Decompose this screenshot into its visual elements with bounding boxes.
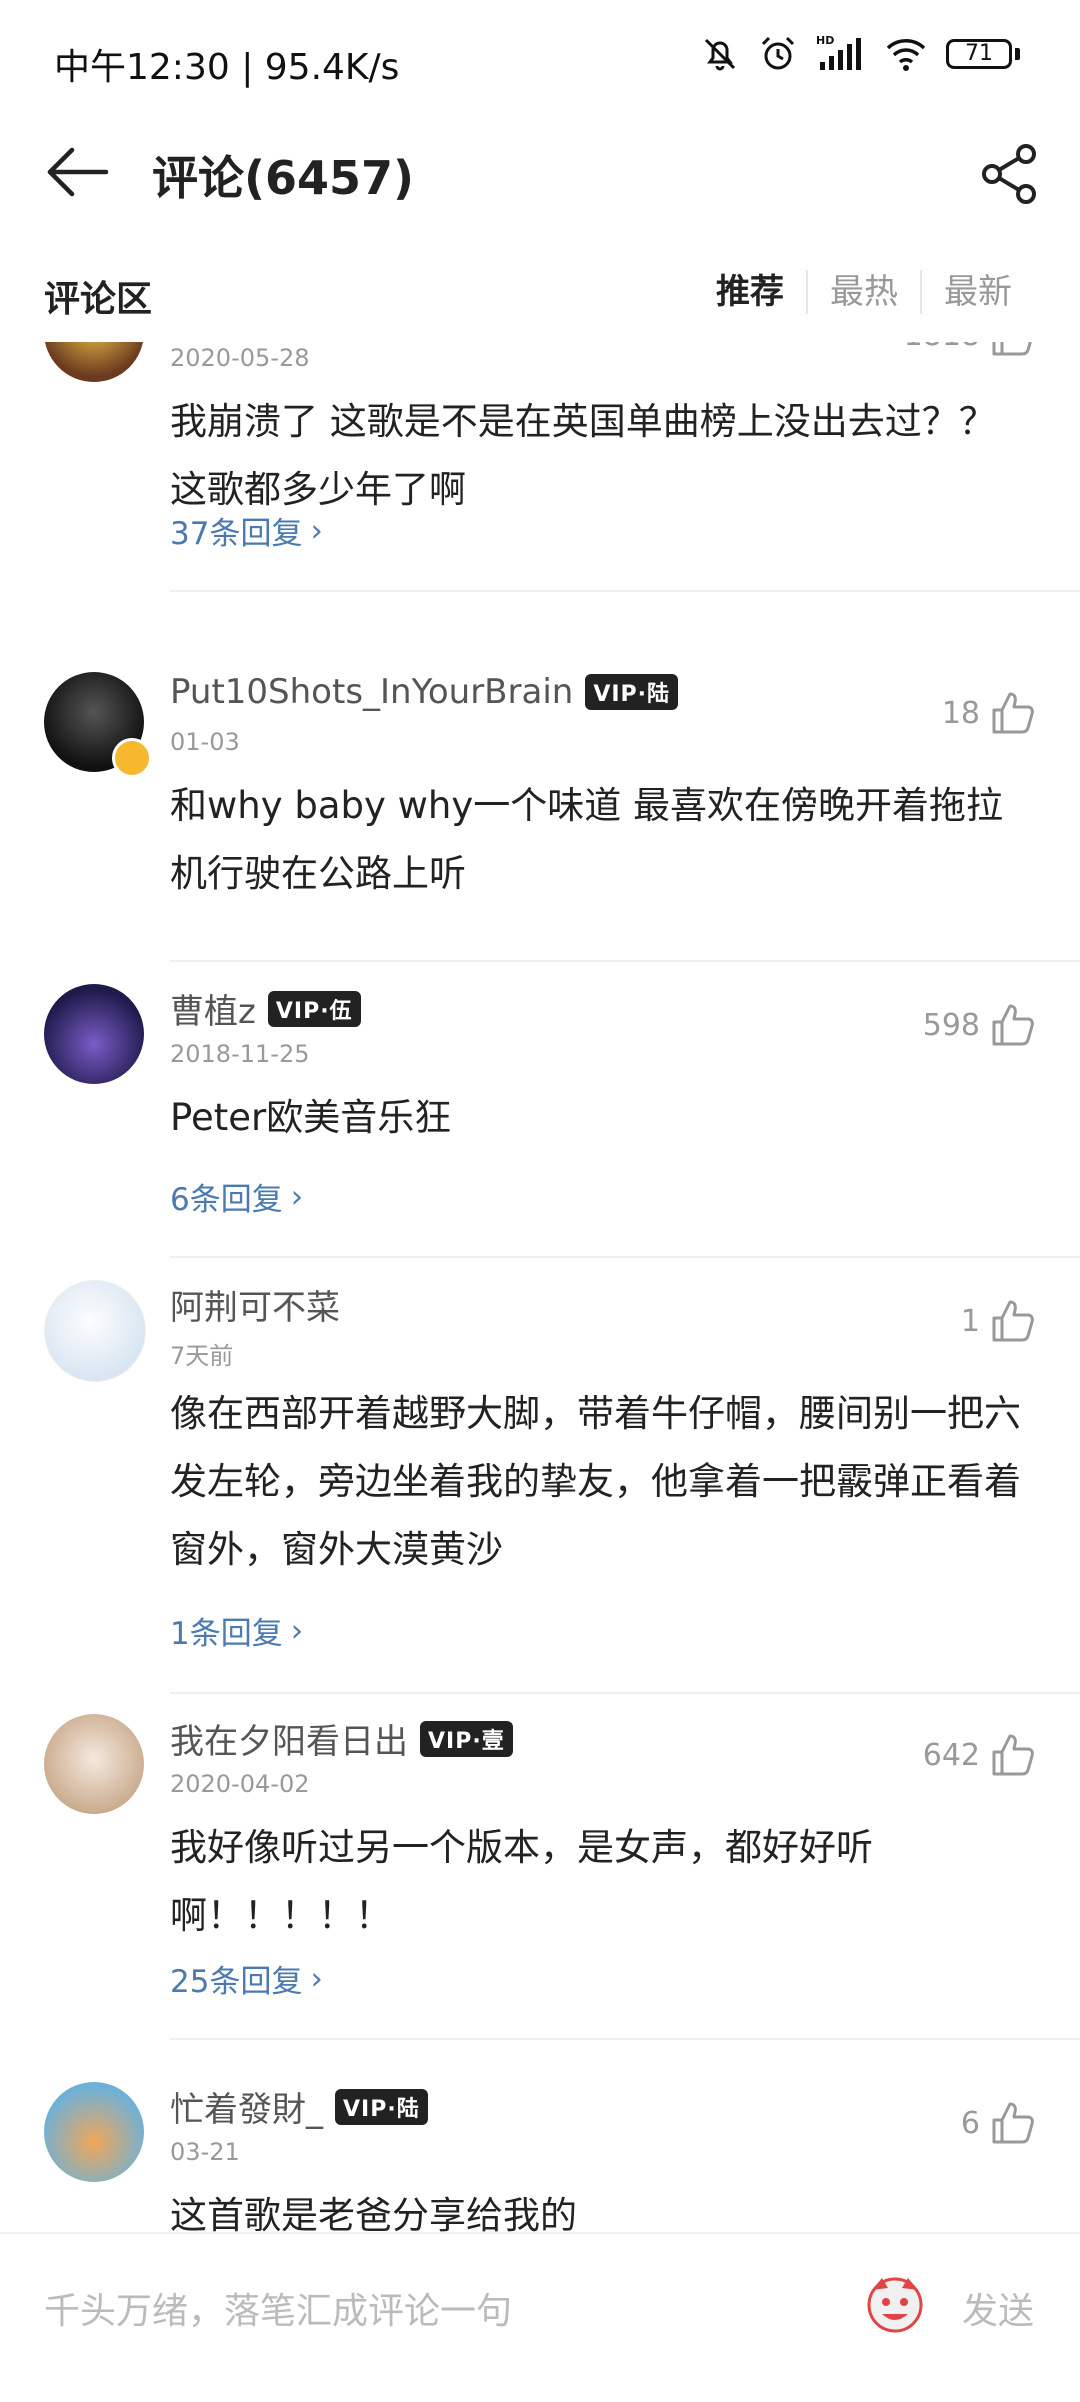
replies-count: 37条回复 (170, 516, 303, 552)
user-line: 阿荆可不菜 (170, 1280, 340, 1329)
comment-text: 这首歌是老爸分享给我的 (170, 2194, 577, 2232)
like-control[interactable]: 18 (942, 690, 1036, 736)
comment-text: 像在西部开着越野大脚，带着牛仔帽，腰间别一把六发左轮，旁边坐着我的挚友，他拿着一… (170, 1392, 1021, 1571)
comment-date: 2020-04-02 (170, 1770, 310, 1798)
divider (170, 1256, 1080, 1258)
signal-hd-icon: HD (816, 34, 861, 70)
like-count: 6 (960, 2105, 980, 2141)
tab-recommended[interactable]: 推荐 (694, 270, 806, 314)
comment-date: 2020-05-28 (170, 344, 310, 372)
like-control[interactable]: 1818 (904, 342, 1036, 358)
comment-date: 2018-11-25 (170, 1040, 310, 1068)
divider (170, 590, 1080, 592)
divider (170, 960, 1080, 962)
divider (170, 1692, 1080, 1694)
chevron-right-icon: › (290, 1178, 304, 1215)
user-level-icon (112, 738, 152, 778)
comment-input-bar: 千头万绪，落笔汇成评论一句 发送 (0, 2232, 1080, 2402)
username[interactable]: 曹植z (170, 984, 256, 1033)
send-button[interactable]: 发送 (962, 2282, 1034, 2334)
tab-hottest[interactable]: 最热 (806, 270, 920, 314)
vip-badge: VIP·伍 (267, 990, 361, 1027)
comment-input[interactable]: 千头万绪，落笔汇成评论一句 (44, 2282, 512, 2334)
comment-tabs-row: 评论区 推荐 最热 最新 (0, 262, 1080, 342)
comment-item: 我在夕阳看日出 VIP·壹 2020-04-02 642 我好像听过另一个版本，… (0, 1714, 1080, 2054)
vip-badge: VIP·陆 (335, 2088, 428, 2125)
tab-newest[interactable]: 最新 (920, 270, 1034, 314)
chevron-right-icon: › (310, 1960, 323, 1997)
replies-link[interactable]: 1条回复 › (170, 1608, 303, 1653)
like-count: 642 (922, 1737, 980, 1773)
comment-date: 01-03 (170, 728, 240, 756)
battery-level: 71 (946, 39, 1012, 69)
thumbs-up-icon[interactable] (990, 342, 1036, 358)
comment-item: Put10Shots_InYourBrain VIP·陆 01-03 18 和w… (0, 672, 1080, 962)
divider (170, 2038, 1080, 2040)
svg-text:HD: HD (816, 34, 834, 47)
comment-item: 曹植z VIP·伍 2018-11-25 598 Peter欧美音乐狂 6条回复… (0, 984, 1080, 1274)
like-control[interactable]: 598 (923, 1002, 1036, 1048)
replies-link[interactable]: 37条回复 › (170, 508, 323, 553)
emoji-icon[interactable] (862, 2270, 928, 2336)
like-count: 1818 (904, 342, 980, 353)
comment-section-title: 评论区 (44, 279, 153, 320)
thumbs-up-icon[interactable] (990, 2100, 1036, 2146)
alarm-icon (761, 36, 795, 70)
replies-count: 25条回复 (170, 1964, 303, 2000)
share-icon[interactable] (978, 142, 1042, 206)
like-count: 18 (941, 695, 980, 731)
wifi-icon (886, 39, 926, 71)
page-title: 评论(6457) (152, 151, 415, 205)
like-count: 1 (960, 1303, 980, 1339)
comment-item: 忙着發財_ VIP·陆 03-21 6 这首歌是老爸分享给我的 (0, 2082, 1080, 2232)
replies-count: 1条回复 (170, 1616, 283, 1652)
thumbs-up-icon[interactable] (990, 1298, 1036, 1344)
like-control[interactable]: 6 (961, 2100, 1036, 2146)
like-control[interactable]: 642 (923, 1732, 1036, 1778)
comment-text: 和why baby why一个味道 最喜欢在傍晚开着拖拉机行驶在公路上听 (170, 784, 1004, 895)
username[interactable]: 阿荆可不菜 (170, 1280, 340, 1329)
avatar[interactable] (44, 1280, 146, 1382)
mute-bell-icon (704, 38, 736, 71)
status-icons: HD 71 (700, 34, 1020, 74)
user-line: 忙着發財_ VIP·陆 (170, 2082, 428, 2131)
user-line: Put10Shots_InYourBrain VIP·陆 (170, 672, 679, 712)
avatar[interactable] (44, 342, 144, 382)
status-time-speed: 中午12:30 | 95.4K/s (54, 47, 400, 88)
vip-badge: VIP·壹 (420, 1720, 513, 1757)
comment-text: 我崩溃了 这歌是不是在英国单曲榜上没出去过？？ 这歌都多少年了啊 (170, 400, 996, 511)
sort-tabs: 推荐 最热 最新 (694, 270, 1034, 314)
username[interactable]: Put10Shots_InYourBrain (170, 672, 573, 712)
back-arrow-icon[interactable] (42, 142, 112, 202)
user-line: 曹植z VIP·伍 (170, 984, 361, 1033)
header: 评论(6457) (0, 120, 1080, 230)
thumbs-up-icon[interactable] (990, 1732, 1036, 1778)
avatar[interactable] (44, 2082, 144, 2182)
vip-badge: VIP·陆 (585, 674, 679, 710)
replies-link[interactable]: 25条回复 › (170, 1956, 323, 2001)
comment-list[interactable]: 2020-05-28 1818 我崩溃了 这歌是不是在英国单曲榜上没出去过？？ … (0, 342, 1080, 2232)
comment-date: 7天前 (170, 1342, 234, 1370)
comment-text: 我好像听过另一个版本，是女声，都好好听啊！！！！！ (170, 1826, 873, 1937)
comment-text: Peter欧美音乐狂 (170, 1096, 452, 1139)
user-line: 我在夕阳看日出 VIP·壹 (170, 1714, 513, 1763)
comment-item: 阿荆可不菜 7天前 1 像在西部开着越野大脚，带着牛仔帽，腰间别一把六发左轮，旁… (0, 1280, 1080, 1700)
avatar[interactable] (44, 984, 144, 1084)
like-count: 598 (922, 1007, 980, 1043)
username[interactable]: 我在夕阳看日出 (170, 1714, 408, 1763)
replies-link[interactable]: 6条回复 › (170, 1174, 303, 1219)
like-control[interactable]: 1 (961, 1298, 1036, 1344)
status-bar: 中午12:30 | 95.4K/s HD 71 (0, 0, 1080, 120)
battery-indicator: 71 (946, 39, 1020, 69)
avatar[interactable] (44, 1714, 144, 1814)
replies-count: 6条回复 (170, 1182, 283, 1218)
thumbs-up-icon[interactable] (990, 1002, 1036, 1048)
username[interactable]: 忙着發財_ (170, 2082, 323, 2131)
comment-date: 03-21 (170, 2138, 240, 2166)
thumbs-up-icon[interactable] (990, 690, 1036, 736)
chevron-right-icon: › (290, 1612, 304, 1649)
chevron-right-icon: › (310, 512, 323, 549)
